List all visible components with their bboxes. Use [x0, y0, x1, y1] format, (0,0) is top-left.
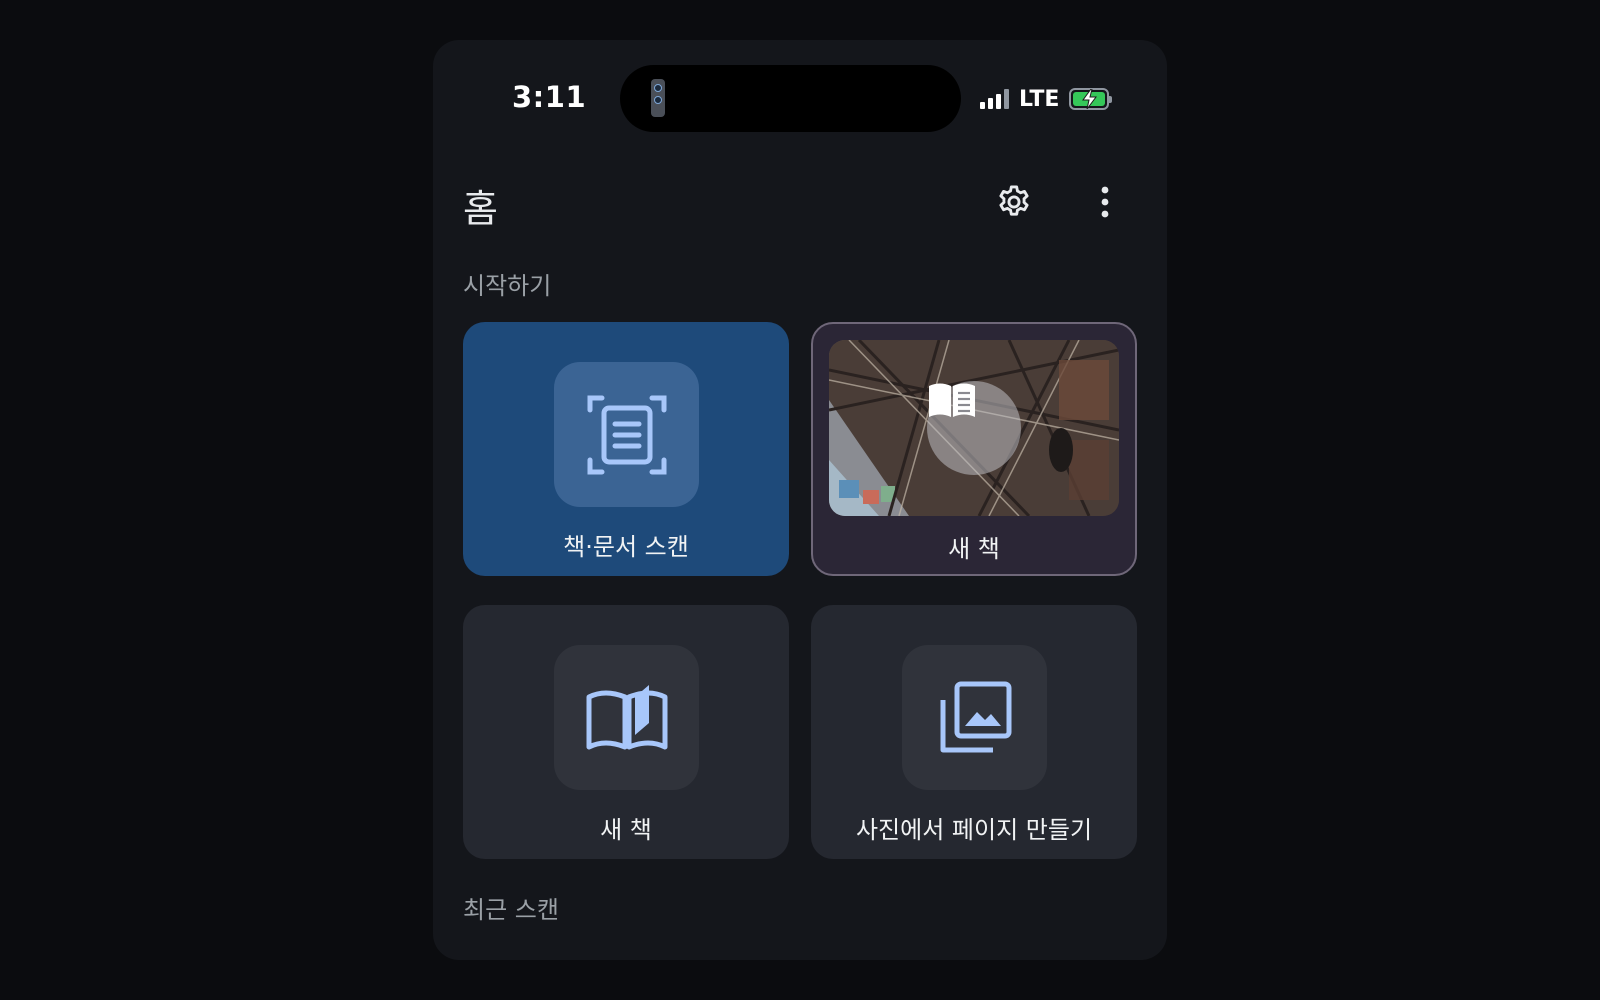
new-book-photo-tile[interactable]: 새 책 [811, 322, 1137, 576]
tile-label: 사진에서 페이지 만들기 [855, 816, 1093, 844]
phone-screen: 3:11 LTE 홈 시작하기 책·문서 스캔 새 책 새 책 사진에서 페이지… [433, 40, 1167, 960]
status-indicators: LTE [980, 86, 1113, 112]
section-title-start: 시작하기 [463, 272, 552, 300]
tile-icon-box [902, 645, 1047, 790]
settings-button[interactable] [992, 180, 1036, 224]
new-book-tile[interactable]: 새 책 [463, 605, 789, 859]
more-vert-icon [1101, 186, 1109, 218]
tile-icon-box [554, 362, 699, 507]
section-title-recent: 최근 스캔 [463, 896, 559, 924]
tile-label: 책·문서 스캔 [563, 533, 689, 561]
gear-icon [999, 185, 1029, 216]
photo-library-icon [940, 681, 1011, 752]
scan-document-tile[interactable]: 책·문서 스캔 [463, 322, 789, 576]
book-open-icon [586, 684, 667, 749]
document-scan-icon [587, 395, 666, 474]
page-from-photo-tile[interactable]: 사진에서 페이지 만들기 [811, 605, 1137, 859]
library-photo [829, 340, 1119, 516]
status-time: 3:11 [512, 80, 587, 114]
signal-icon [980, 89, 1009, 109]
tile-label: 새 책 [600, 816, 652, 844]
book-open-icon [929, 383, 975, 417]
network-type: LTE [1019, 86, 1060, 112]
dynamic-island [620, 65, 961, 132]
tile-icon-box [554, 645, 699, 790]
battery-icon [1069, 88, 1113, 110]
tile-label: 새 책 [948, 535, 1000, 563]
more-options-button[interactable] [1085, 180, 1125, 224]
charging-bolt-icon [1082, 89, 1098, 109]
camera-indicator-icon [651, 79, 665, 117]
page-title: 홈 [463, 187, 498, 231]
book-badge [927, 381, 1021, 475]
status-bar: 3:11 LTE [433, 40, 1167, 160]
